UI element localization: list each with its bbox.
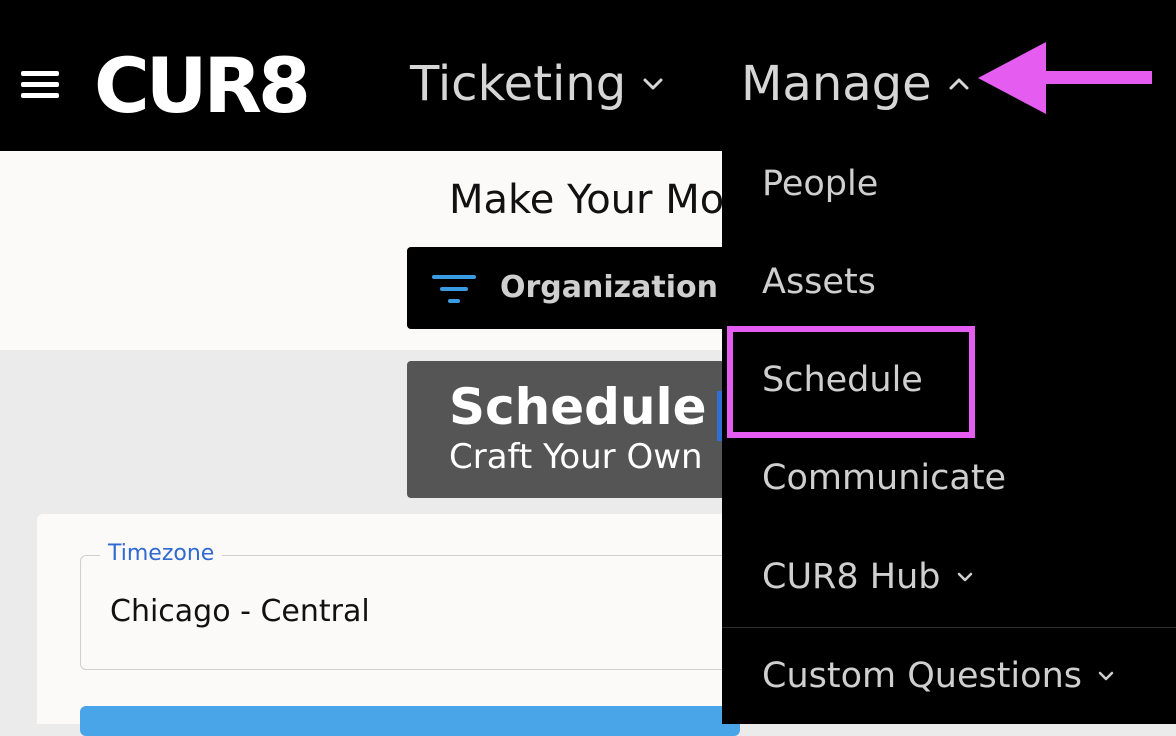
chevron-down-icon (957, 572, 972, 582)
organization-filter-label: Organization (500, 270, 718, 305)
chevron-up-icon (949, 78, 969, 90)
menu-item-custom-questions[interactable]: Custom Questions (762, 652, 1116, 700)
timezone-value: Chicago - Central (110, 594, 370, 629)
schedule-banner-title: Schedule (449, 378, 707, 436)
app-logo[interactable]: CUR8 (94, 42, 311, 130)
filter-icon[interactable] (432, 273, 476, 305)
hamburger-menu-icon[interactable] (21, 71, 59, 99)
chevron-down-icon (643, 78, 663, 90)
page-headline: Make Your Mo (449, 177, 722, 223)
menu-item-cur8-hub-label: CUR8 Hub (762, 557, 941, 597)
menu-divider (722, 627, 1176, 628)
nav-ticketing-label: Ticketing (410, 56, 627, 112)
menu-item-communicate[interactable]: Communicate (762, 454, 1006, 502)
menu-item-custom-questions-label: Custom Questions (762, 656, 1082, 696)
nav-ticketing[interactable]: Ticketing (410, 52, 666, 116)
schedule-banner: Schedule Craft Your Own (407, 361, 722, 498)
primary-action-button[interactable] (80, 706, 740, 736)
annotation-highlight-box (727, 326, 975, 438)
chevron-down-icon (1098, 671, 1114, 681)
menu-item-assets[interactable]: Assets (762, 258, 876, 306)
nav-manage[interactable]: Manage (741, 52, 972, 116)
schedule-banner-subtitle: Craft Your Own (449, 437, 703, 477)
arrow-left-icon (978, 42, 1152, 114)
nav-manage-label: Manage (741, 56, 932, 112)
menu-item-cur8-hub[interactable]: CUR8 Hub (762, 553, 975, 601)
timezone-label: Timezone (100, 538, 223, 570)
menu-item-people[interactable]: People (762, 160, 878, 208)
